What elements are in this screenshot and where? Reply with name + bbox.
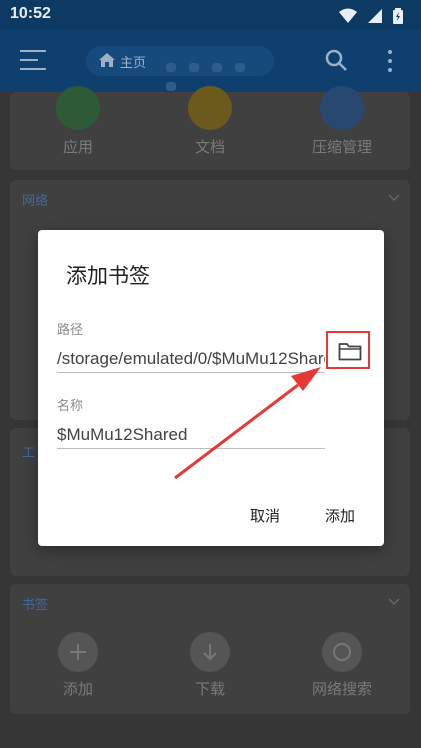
categories-card: 应用 文档 压缩管理 [10, 86, 410, 170]
status-time: 10:52 [10, 5, 51, 22]
browse-folder-button[interactable] [326, 331, 370, 369]
chevron-down-icon[interactable] [388, 194, 400, 202]
chevron-down-icon[interactable] [388, 598, 400, 606]
wifi-icon [338, 8, 357, 23]
add-bookmark-dialog: 添加书签 路径 名称 取消 添加 [38, 230, 384, 546]
name-label: 名称 [57, 399, 84, 414]
search-icon[interactable] [324, 48, 348, 72]
bookmarks-card: 书签 添加 下载 网络搜索 [10, 584, 410, 714]
breadcrumb-home-label: 主页 [120, 56, 147, 71]
folder-icon [338, 343, 362, 361]
section-title-bookmarks: 书签 [22, 598, 49, 613]
breadcrumb[interactable]: 主页 [86, 46, 274, 91]
name-input[interactable] [57, 422, 325, 449]
cancel-button[interactable]: 取消 [250, 505, 280, 526]
more-options-icon[interactable] [388, 50, 394, 77]
home-icon [99, 53, 115, 67]
category-apps[interactable]: 应用 [23, 86, 133, 157]
category-archives[interactable]: 压缩管理 [287, 86, 397, 157]
path-label: 路径 [57, 323, 84, 338]
status-bar: 10:52 [0, 0, 421, 30]
signal-icon [367, 8, 382, 23]
document-icon [188, 86, 232, 130]
bookmark-add[interactable]: 添加 [23, 632, 133, 699]
battery-icon [393, 7, 403, 24]
globe-icon [322, 632, 362, 672]
add-button[interactable]: 添加 [325, 505, 355, 526]
dialog-title: 添加书签 [66, 264, 150, 288]
bookmark-web-search[interactable]: 网络搜索 [287, 632, 397, 699]
category-documents[interactable]: 文档 [155, 86, 265, 157]
app-bar: 主页 [0, 30, 421, 92]
download-icon [190, 632, 230, 672]
section-title-network: 网络 [22, 194, 49, 209]
plus-icon [58, 632, 98, 672]
archive-icon [320, 86, 364, 130]
section-title-tools: 工 [22, 446, 36, 461]
path-input[interactable] [57, 346, 325, 373]
menu-button[interactable] [20, 50, 46, 72]
android-icon [56, 86, 100, 130]
bookmark-download[interactable]: 下载 [155, 632, 265, 699]
